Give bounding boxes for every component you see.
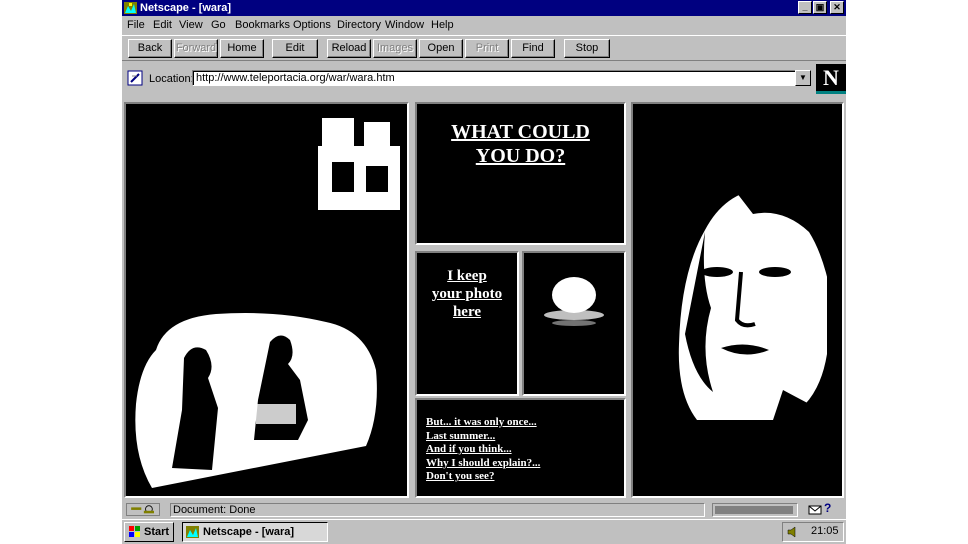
navigation-toolbar: Back Forward Home Edit Reload Images Ope… bbox=[122, 35, 846, 61]
progress-bar bbox=[712, 503, 798, 517]
menu-window[interactable]: Window bbox=[385, 19, 424, 31]
print-button[interactable]: Print bbox=[465, 39, 509, 58]
system-tray: 21:05 bbox=[782, 522, 844, 542]
browser-window: Netscape - [wara] _ ▣ ✕ File Edit View G… bbox=[122, 0, 846, 544]
page-proxy-icon[interactable] bbox=[127, 70, 143, 86]
images-button[interactable]: Images bbox=[373, 39, 417, 58]
restore-button[interactable]: ▣ bbox=[813, 1, 827, 14]
portrait-photo-image bbox=[678, 179, 831, 424]
menu-options[interactable]: Options bbox=[293, 19, 331, 31]
frame-text-links: But... it was only once... Last summer..… bbox=[415, 398, 626, 498]
clock: 21:05 bbox=[811, 525, 839, 537]
frame-right bbox=[631, 102, 844, 498]
forward-button[interactable]: Forward bbox=[174, 39, 218, 58]
sofa-photo-image bbox=[135, 118, 400, 488]
menu-go[interactable]: Go bbox=[211, 19, 226, 31]
location-bar: Location: http://www.teleportacia.org/wa… bbox=[122, 62, 846, 97]
status-bar: Document: Done ? bbox=[122, 501, 846, 519]
open-button[interactable]: Open bbox=[419, 39, 463, 58]
menu-bookmarks[interactable]: Bookmarks bbox=[235, 19, 290, 31]
start-button[interactable]: Start bbox=[124, 522, 174, 542]
menu-directory[interactable]: Directory bbox=[337, 19, 381, 31]
photo-link-line2[interactable]: your photo bbox=[432, 286, 502, 302]
content-area: WHAT COULD YOU DO? I keep your photo her… bbox=[122, 100, 846, 500]
frame-headline: WHAT COULD YOU DO? bbox=[415, 102, 626, 245]
frame-photo-link: I keep your photo here bbox=[415, 251, 519, 396]
headline-link-line2[interactable]: YOU DO? bbox=[476, 145, 565, 167]
progress-fill bbox=[715, 506, 793, 514]
netscape-app-icon bbox=[186, 526, 199, 538]
stop-button[interactable]: Stop bbox=[564, 39, 610, 58]
minimize-button[interactable]: _ bbox=[798, 1, 812, 14]
menu-file[interactable]: File bbox=[127, 19, 145, 31]
mail-icon[interactable] bbox=[808, 503, 822, 516]
back-button[interactable]: Back bbox=[128, 39, 172, 58]
taskbar-item-label: Netscape - [wara] bbox=[203, 526, 295, 538]
reload-button[interactable]: Reload bbox=[327, 39, 371, 58]
text-link-item[interactable]: Don't you see? bbox=[426, 470, 494, 482]
taskbar-item-netscape[interactable]: Netscape - [wara] bbox=[182, 522, 328, 542]
close-button[interactable]: ✕ bbox=[830, 1, 844, 14]
frame-left bbox=[124, 102, 409, 498]
start-label: Start bbox=[144, 526, 170, 538]
menu-bar: File Edit View Go Bookmarks Options Dire… bbox=[122, 17, 846, 35]
headline-link-line1[interactable]: WHAT COULD bbox=[451, 121, 590, 143]
text-link-item[interactable]: But... it was only once... bbox=[426, 416, 537, 428]
menu-help[interactable]: Help bbox=[431, 19, 454, 31]
title-bar[interactable]: Netscape - [wara] _ ▣ ✕ bbox=[122, 0, 846, 16]
menu-edit[interactable]: Edit bbox=[153, 19, 172, 31]
text-link-item[interactable]: And if you think... bbox=[426, 443, 512, 455]
status-text: Document: Done bbox=[170, 503, 705, 517]
text-link-item[interactable]: Why I should explain?... bbox=[426, 457, 540, 469]
netscape-app-icon bbox=[124, 2, 137, 14]
location-url-field[interactable]: http://www.teleportacia.org/war/wara.htm bbox=[192, 70, 796, 86]
security-key-icon[interactable] bbox=[126, 503, 160, 516]
frame-blob-image bbox=[522, 251, 626, 396]
edit-button[interactable]: Edit bbox=[272, 39, 318, 58]
chevron-down-icon[interactable]: ▼ bbox=[795, 70, 811, 86]
taskbar: Start Netscape - [wara] 21:05 bbox=[122, 519, 846, 544]
help-question-icon[interactable]: ? bbox=[824, 501, 831, 515]
photo-link-line3[interactable]: here bbox=[453, 304, 481, 320]
window-title: Netscape - [wara] bbox=[140, 2, 232, 14]
netscape-logo[interactable]: N bbox=[816, 64, 846, 94]
find-button[interactable]: Find bbox=[511, 39, 555, 58]
menu-view[interactable]: View bbox=[179, 19, 203, 31]
home-button[interactable]: Home bbox=[220, 39, 264, 58]
windows-logo-icon bbox=[129, 526, 140, 537]
location-label: Location: bbox=[149, 73, 194, 85]
photo-link-line1[interactable]: I keep bbox=[447, 268, 487, 284]
text-link-item[interactable]: Last summer... bbox=[426, 430, 495, 442]
speaker-icon[interactable] bbox=[787, 526, 799, 538]
glow-blob-image bbox=[544, 277, 604, 326]
